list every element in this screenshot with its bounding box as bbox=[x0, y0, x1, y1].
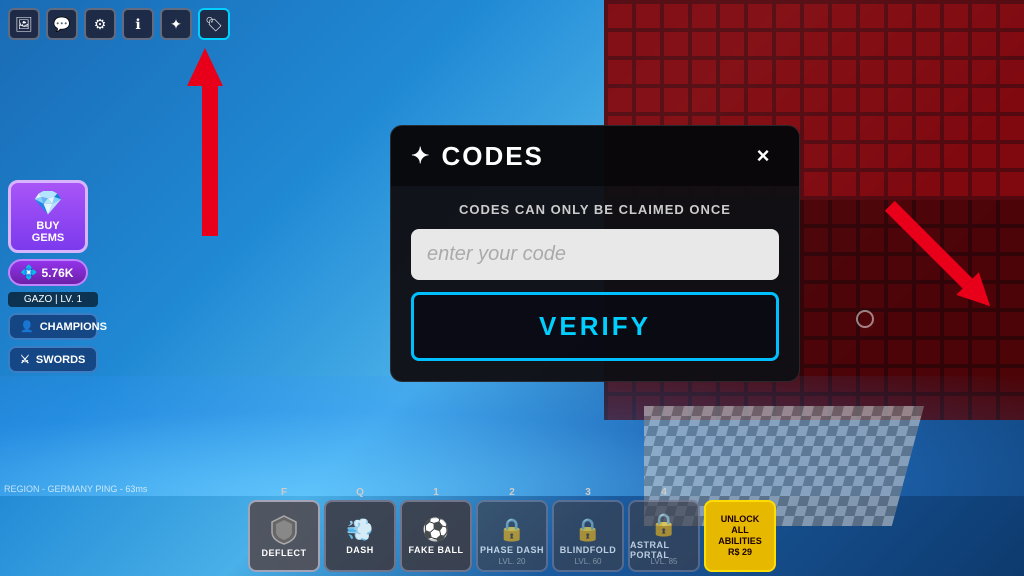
codes-modal: ✦ CODES × CODES CAN ONLY BE CLAIMED ONCE… bbox=[390, 125, 800, 382]
chat-icon-btn[interactable]: 💬 bbox=[46, 8, 78, 40]
phasedash-level: LVL. 20 bbox=[499, 557, 526, 566]
swords-button[interactable]: ⚔ SWORDS bbox=[8, 346, 98, 373]
unlock-all-button[interactable]: UNLOCK ALL ABILITIES R$ 29 bbox=[704, 500, 776, 572]
astral-slot: 4 🔒 ASTRAL PORTAL LVL. 85 bbox=[628, 487, 700, 572]
sparkle-icon: ✦ bbox=[411, 143, 431, 169]
dash-button[interactable]: 💨 DASH bbox=[324, 500, 396, 572]
currency-value: 5.76K bbox=[41, 266, 73, 280]
dash-key: Q bbox=[356, 487, 364, 498]
unlock-line3: ABILITIES bbox=[718, 536, 762, 547]
phasedash-label: PHASE DASH bbox=[480, 545, 544, 555]
gems-icon: 💎 bbox=[33, 189, 63, 218]
dash-label: DASH bbox=[346, 545, 374, 555]
small-circle-indicator bbox=[856, 310, 874, 328]
fakeball-key: 1 bbox=[433, 487, 439, 498]
champions-label: CHAMPIONS bbox=[40, 321, 107, 333]
blindfold-level: LVL. 60 bbox=[575, 557, 602, 566]
unlock-line1: UNLOCK bbox=[721, 514, 760, 525]
dash-slot: Q 💨 DASH bbox=[324, 487, 396, 572]
bottom-action-bar: F DEFLECT Q 💨 DASH 1 ⚽ FAKE BALL 2 🔒 PHA… bbox=[248, 487, 776, 576]
fakeball-icon: ⚽ bbox=[422, 517, 449, 543]
astral-lock-icon: 🔒 bbox=[650, 512, 677, 538]
currency-badge: 💠 5.76K bbox=[8, 259, 88, 286]
modal-header: ✦ CODES × bbox=[391, 126, 799, 186]
deflect-button[interactable]: DEFLECT bbox=[248, 500, 320, 572]
modal-title-text: CODES bbox=[441, 141, 543, 172]
blindfold-key: 3 bbox=[585, 487, 591, 498]
shield-icon bbox=[268, 514, 300, 546]
blindfold-lock-icon: 🔒 bbox=[574, 517, 601, 543]
swords-icon: ⚔ bbox=[20, 353, 30, 366]
dash-icon: 💨 bbox=[346, 517, 373, 543]
blindfold-slot: 3 🔒 BLINDFOLD LVL. 60 bbox=[552, 487, 624, 572]
deflect-label: DEFLECT bbox=[262, 548, 307, 558]
phasedash-key: 2 bbox=[509, 487, 515, 498]
unlock-line4: R$ 29 bbox=[728, 547, 752, 558]
unlock-line2: ALL bbox=[731, 525, 749, 536]
champions-icon: 👤 bbox=[20, 320, 34, 333]
phasedash-lock-icon: 🔒 bbox=[498, 517, 525, 543]
top-icon-bar: 🖼 💬 ⚙ ℹ ✦ 🏷 bbox=[8, 8, 230, 40]
deflect-key: F bbox=[281, 487, 287, 498]
arrow-up bbox=[196, 48, 223, 236]
phasedash-slot: 2 🔒 PHASE DASH LVL. 20 bbox=[476, 487, 548, 572]
region-info: REGION - GERMANY PING - 63ms bbox=[4, 484, 147, 494]
close-modal-button[interactable]: × bbox=[747, 140, 779, 172]
buy-gems-label: BUY GEMS bbox=[21, 220, 75, 244]
buy-gems-button[interactable]: 💎 BUY GEMS bbox=[8, 180, 88, 253]
astral-button[interactable]: 🔒 ASTRAL PORTAL LVL. 85 bbox=[628, 500, 700, 572]
code-input[interactable] bbox=[411, 229, 779, 280]
modal-body: CODES CAN ONLY BE CLAIMED ONCE VERIFY bbox=[391, 186, 799, 381]
codes-icon-btn[interactable]: 🏷 bbox=[198, 8, 230, 40]
info-icon-btn[interactable]: ℹ bbox=[122, 8, 154, 40]
unlock-slot: - UNLOCK ALL ABILITIES R$ 29 bbox=[704, 487, 776, 572]
phasedash-button[interactable]: 🔒 PHASE DASH LVL. 20 bbox=[476, 500, 548, 572]
fakeball-slot: 1 ⚽ FAKE BALL bbox=[400, 487, 472, 572]
modal-title: ✦ CODES bbox=[411, 141, 544, 172]
astral-level: LVL. 85 bbox=[651, 557, 678, 566]
swords-label: SWORDS bbox=[36, 354, 86, 366]
verify-button[interactable]: VERIFY bbox=[411, 292, 779, 361]
player-name: GAZO | LV. 1 bbox=[8, 292, 98, 307]
blindfold-button[interactable]: 🔒 BLINDFOLD LVL. 60 bbox=[552, 500, 624, 572]
astral-key: 4 bbox=[661, 487, 667, 498]
codes-notice: CODES CAN ONLY BE CLAIMED ONCE bbox=[411, 202, 779, 217]
fakeball-button[interactable]: ⚽ FAKE BALL bbox=[400, 500, 472, 572]
star-icon-btn[interactable]: ✦ bbox=[160, 8, 192, 40]
fakeball-label: FAKE BALL bbox=[409, 545, 464, 555]
currency-icon: 💠 bbox=[20, 264, 37, 281]
left-sidebar: 💎 BUY GEMS 💠 5.76K GAZO | LV. 1 👤 CHAMPI… bbox=[8, 180, 98, 373]
blindfold-label: BLINDFOLD bbox=[560, 545, 617, 555]
champions-button[interactable]: 👤 CHAMPIONS bbox=[8, 313, 98, 340]
deflect-slot: F DEFLECT bbox=[248, 487, 320, 572]
screenshot-icon-btn[interactable]: 🖼 bbox=[8, 8, 40, 40]
settings-icon-btn[interactable]: ⚙ bbox=[84, 8, 116, 40]
